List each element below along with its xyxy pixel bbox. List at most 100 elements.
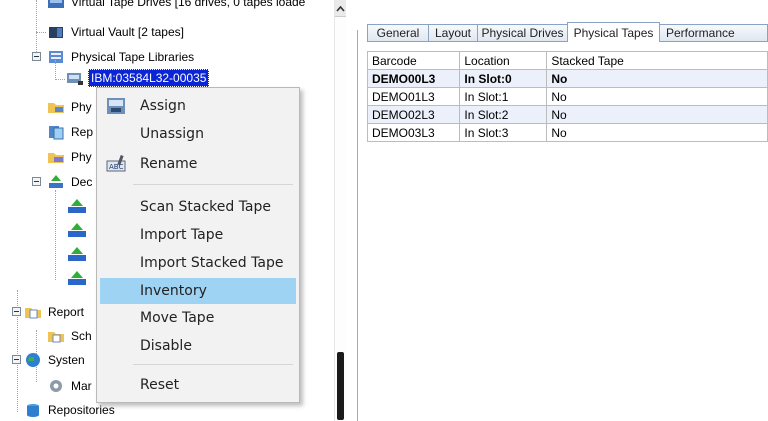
- cell-barcode: DEMO03L3: [366, 123, 461, 142]
- column-header-barcode[interactable]: Barcode: [366, 51, 461, 70]
- cell-stacked-tape: No: [546, 87, 768, 106]
- menu-item-inventory[interactable]: Inventory: [100, 278, 296, 304]
- tab-performance[interactable]: Performance: [659, 24, 768, 41]
- tree-item-label: Dec: [71, 175, 93, 189]
- folder-tapes-icon: [47, 99, 65, 115]
- menu-item-unassign[interactable]: Unassign: [100, 121, 296, 147]
- menu-item-label: Rename: [140, 156, 198, 172]
- tree-item-schedules[interactable]: Sch: [47, 326, 94, 346]
- tree-item-label: Mar: [71, 379, 92, 393]
- tree-connector: [55, 79, 65, 80]
- menu-item-assign[interactable]: Assign: [100, 93, 296, 119]
- svg-text:ABC: ABC: [109, 163, 123, 171]
- menu-item-disable[interactable]: Disable: [100, 333, 296, 359]
- assign-icon: [106, 96, 126, 116]
- cell-stacked-tape: No: [546, 69, 768, 88]
- tree-item-deduplication[interactable]: Dec: [47, 172, 94, 192]
- cell-barcode: DEMO02L3: [366, 105, 461, 124]
- tab-physical-drives[interactable]: Physical Drives: [477, 24, 568, 41]
- tree-item-label: Virtual Tape Drives [16 drives, 0 tapes …: [71, 0, 306, 9]
- table-row[interactable]: DEMO01L3 In Slot:1 No: [366, 87, 768, 106]
- cell-location: In Slot:3: [459, 123, 548, 142]
- menu-item-import-stacked-tape[interactable]: Import Stacked Tape: [100, 250, 296, 276]
- tree-item-label: Rep: [71, 125, 94, 139]
- tree-connector: [55, 60, 56, 80]
- tab-physical-tapes[interactable]: Physical Tapes: [567, 22, 660, 42]
- menu-item-move-tape[interactable]: Move Tape: [100, 305, 296, 331]
- tree-item-physical-tape-libraries[interactable]: Physical Tape Libraries: [47, 47, 196, 67]
- collapse-toggle[interactable]: [32, 177, 41, 186]
- dedup-policy-icon[interactable]: [66, 246, 88, 267]
- replication-icon: [47, 124, 65, 140]
- schedule-icon: [47, 328, 65, 344]
- physical-tapes-table: Barcode Location Stacked Tape DEMO00L3 I…: [366, 51, 768, 142]
- tree-item-label: Phy: [71, 100, 92, 114]
- folder-tapes-icon: [47, 149, 65, 165]
- tree-item-virtual-vault[interactable]: Virtual Vault [2 tapes]: [47, 22, 186, 42]
- repository-icon: [24, 402, 42, 418]
- tree-connector: [36, 32, 46, 33]
- system-globe-icon: [24, 352, 42, 368]
- collapse-toggle[interactable]: [12, 355, 21, 364]
- tree-item-maintenance[interactable]: Mar: [47, 376, 94, 396]
- tree-item-physical-tapes[interactable]: Phy: [47, 97, 94, 117]
- dedup-policy-icon[interactable]: [66, 270, 88, 291]
- cell-location: In Slot:1: [459, 87, 548, 106]
- dedup-policy-icon[interactable]: [66, 222, 88, 243]
- cell-location: In Slot:0: [459, 69, 548, 88]
- rename-icon: ABC: [106, 154, 126, 174]
- menu-item-rename[interactable]: ABC Rename: [100, 151, 296, 177]
- scroll-up-arrow-icon[interactable]: [335, 0, 346, 17]
- cell-barcode: DEMO00L3: [366, 69, 461, 88]
- vault-icon: [47, 24, 65, 40]
- tree-item-label: Report: [48, 305, 85, 319]
- menu-item-label: Move Tape: [140, 310, 215, 326]
- menu-item-label: Import Stacked Tape: [140, 255, 284, 271]
- cell-stacked-tape: No: [546, 105, 768, 124]
- tree-item-label: Phy: [71, 150, 92, 164]
- menu-item-label: Assign: [140, 98, 186, 114]
- menu-separator: [133, 184, 293, 185]
- tree-connector: [36, 0, 37, 60]
- menu-item-label: Reset: [140, 377, 180, 393]
- table-row[interactable]: DEMO00L3 In Slot:0 No: [366, 69, 768, 88]
- tree-item-virtual-tape-drives[interactable]: Virtual Tape Drives [16 drives, 0 tapes …: [47, 0, 307, 12]
- tree-item-label: Physical Tape Libraries: [71, 50, 195, 64]
- reports-folder-icon: [24, 304, 42, 320]
- table-row[interactable]: DEMO02L3 In Slot:2 No: [366, 105, 768, 124]
- tree-connector: [55, 190, 56, 280]
- pane-divider[interactable]: [357, 30, 358, 421]
- tree-item-replication[interactable]: Rep: [47, 122, 95, 142]
- tree-item-reports[interactable]: Report: [24, 302, 86, 322]
- table-row[interactable]: DEMO03L3 In Slot:3 No: [366, 123, 768, 142]
- tree-item-label: Virtual Vault [2 tapes]: [71, 25, 184, 39]
- tape-library-icon: [47, 49, 65, 65]
- tree-item-physical-2[interactable]: Phy: [47, 147, 94, 167]
- menu-item-reset[interactable]: Reset: [100, 372, 296, 398]
- collapse-toggle[interactable]: [32, 52, 41, 61]
- column-header-stacked-tape[interactable]: Stacked Tape: [546, 51, 768, 70]
- tree-item-ibm-library[interactable]: IBM:03584L32-00035: [66, 68, 210, 88]
- tree-item-label: Systen: [48, 353, 85, 367]
- maintenance-gear-icon: [47, 378, 65, 394]
- menu-item-scan-stacked-tape[interactable]: Scan Stacked Tape: [100, 194, 296, 220]
- tree-item-system[interactable]: Systen: [24, 350, 87, 370]
- tree-item-repositories[interactable]: Repositories: [24, 400, 117, 420]
- tab-layout[interactable]: Layout: [428, 24, 478, 41]
- column-header-location[interactable]: Location: [459, 51, 548, 70]
- context-menu: Assign Unassign ABC Rename Scan Stacked …: [96, 87, 300, 403]
- tape-drives-icon: [47, 0, 65, 10]
- menu-item-import-tape[interactable]: Import Tape: [100, 222, 296, 248]
- dedup-policy-icon[interactable]: [66, 198, 88, 219]
- tab-general[interactable]: General: [367, 24, 429, 41]
- tree-item-label: Sch: [71, 329, 92, 343]
- menu-separator: [133, 364, 293, 365]
- collapse-toggle[interactable]: [12, 307, 21, 316]
- tree-scrollbar[interactable]: [334, 0, 346, 421]
- table-header-row: Barcode Location Stacked Tape: [366, 51, 768, 70]
- menu-item-label: Scan Stacked Tape: [140, 199, 272, 215]
- cell-location: In Slot:2: [459, 105, 548, 124]
- scrollbar-thumb[interactable]: [337, 352, 344, 420]
- tree-item-label: Repositories: [48, 403, 115, 417]
- menu-item-label: Inventory: [140, 283, 207, 299]
